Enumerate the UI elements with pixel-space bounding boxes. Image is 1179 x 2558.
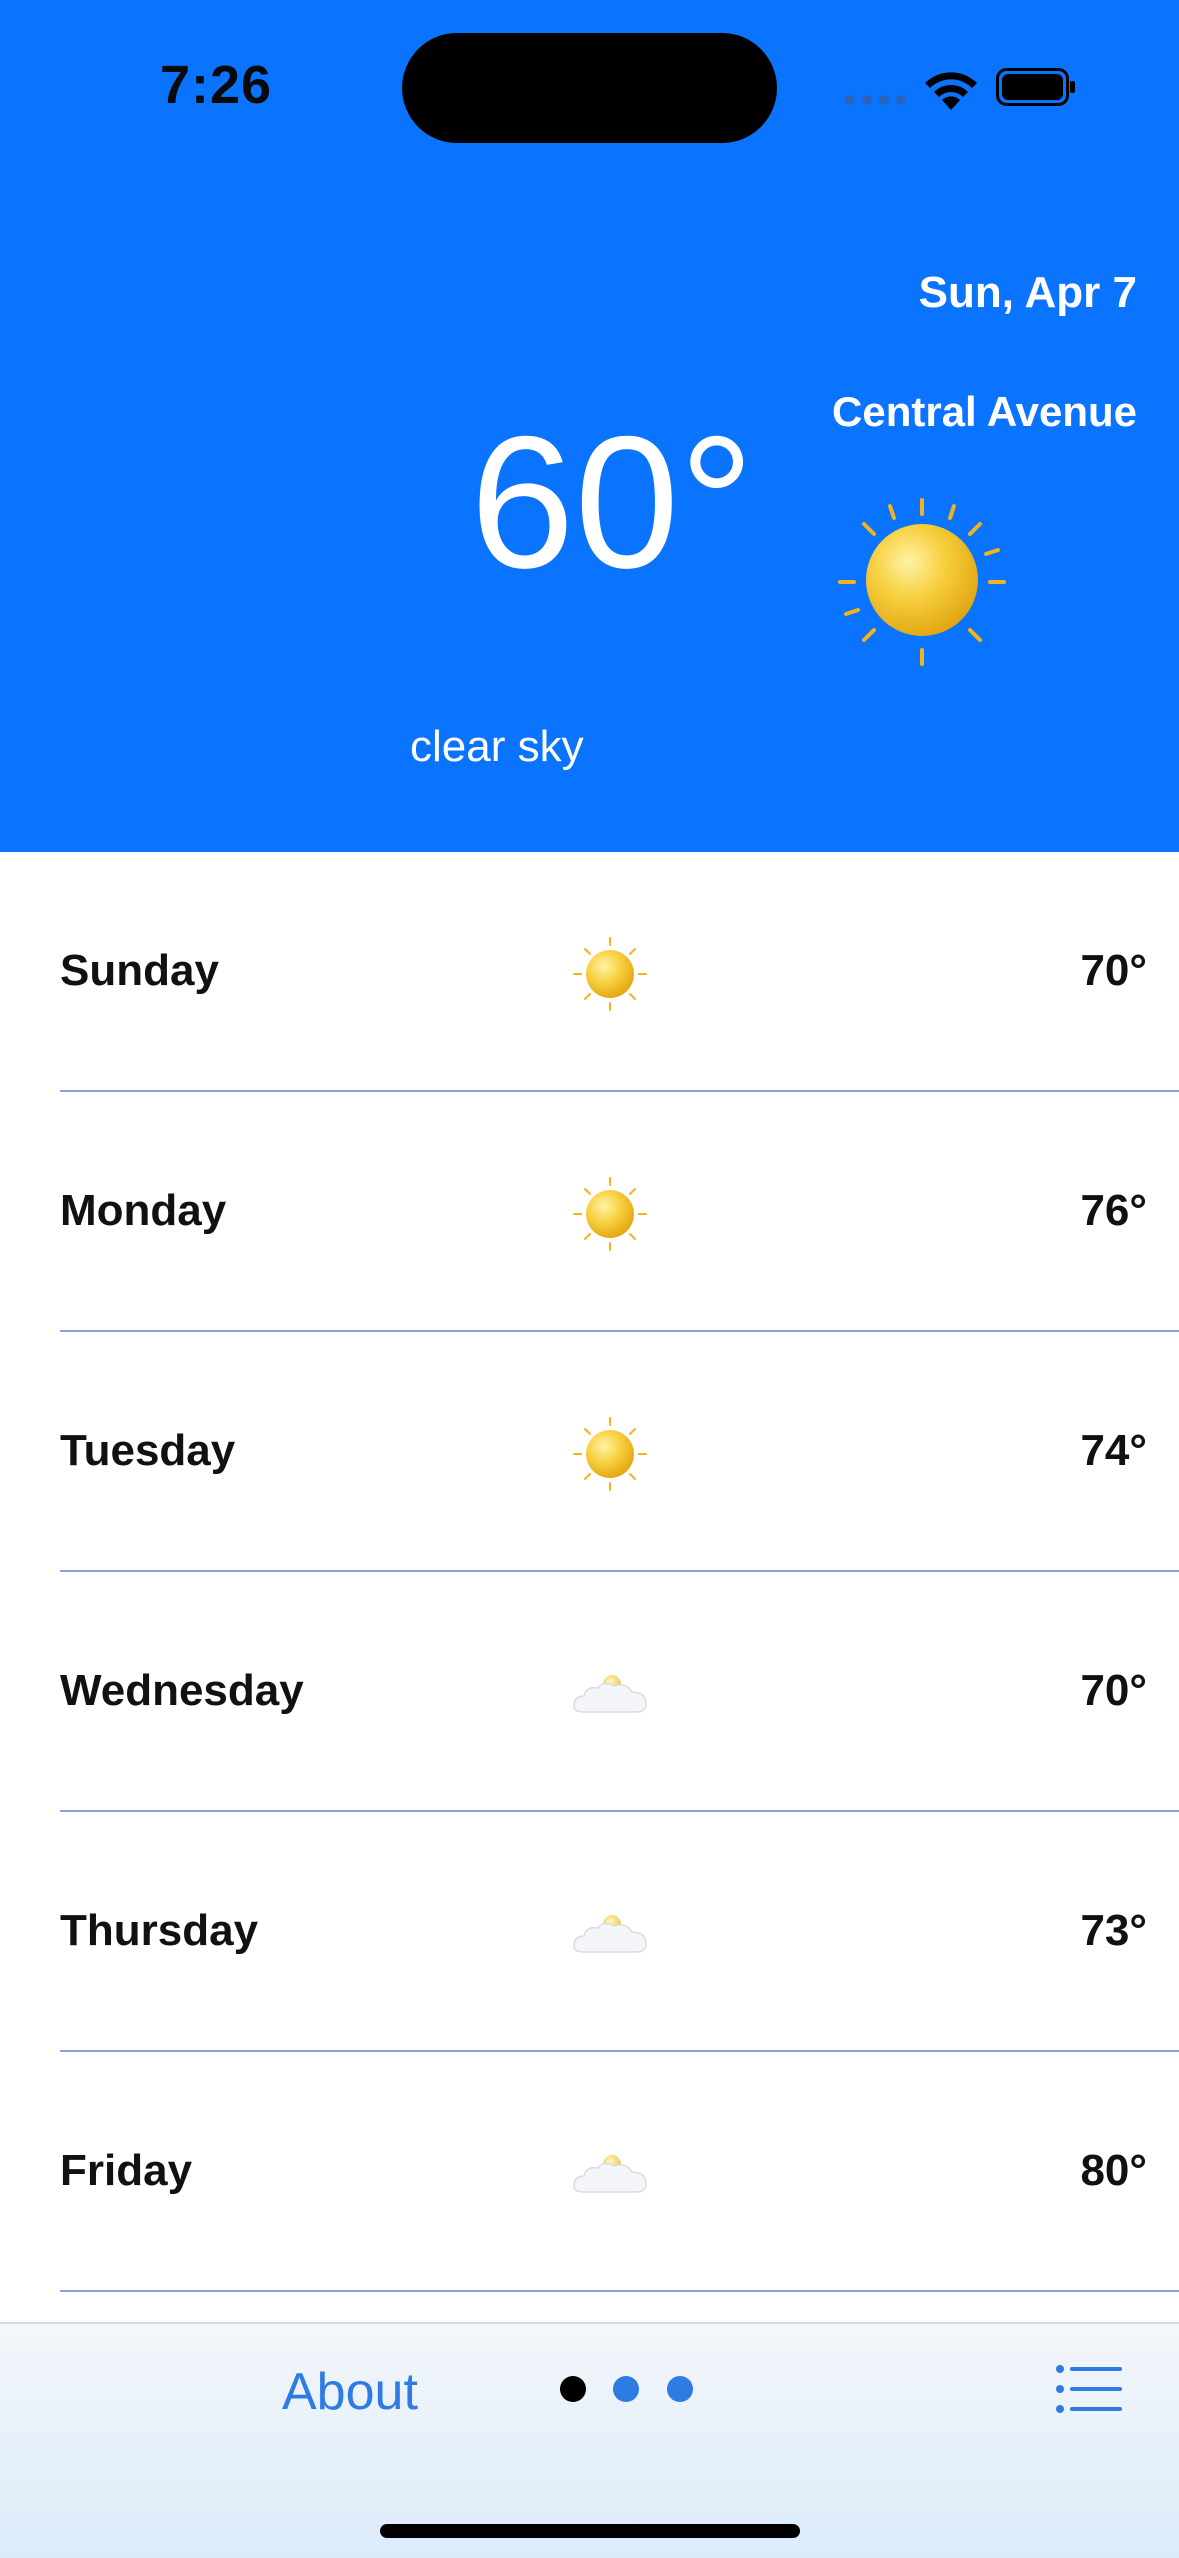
page-dot[interactable] [667, 2376, 693, 2402]
wifi-icon [925, 72, 977, 110]
sun-icon [838, 498, 1006, 666]
status-time: 7:26 [160, 55, 273, 115]
forecast-row: Thursday 73° [0, 1812, 1179, 2052]
forecast-day: Tuesday [60, 1426, 236, 1475]
forecast-day: Thursday [60, 1906, 259, 1955]
forecast-row: Monday 76° [0, 1092, 1179, 1332]
cellular-signal-icon [845, 95, 907, 107]
forecast-temp: 74° [1080, 1426, 1147, 1475]
forecast-row: Tuesday 74° [0, 1332, 1179, 1572]
weather-header: 7:26 Sun, Apr 7 Central Avenue 60° clear… [0, 0, 1179, 852]
status-bar: 7:26 [0, 0, 1179, 175]
current-date: Sun, Apr 7 [918, 268, 1137, 317]
cloud-sun-icon [573, 1675, 647, 1713]
page-dot[interactable] [613, 2376, 639, 2402]
forecast-temp: 73° [1080, 1906, 1147, 1955]
cloud-sun-icon [573, 1915, 647, 1953]
page-indicator[interactable] [560, 2376, 700, 2404]
location-name: Central Avenue [832, 388, 1137, 435]
sun-icon [573, 1177, 647, 1251]
forecast-row: Sunday 70° [0, 852, 1179, 1092]
about-button[interactable]: About [282, 2362, 418, 2422]
bottom-toolbar: About [0, 2322, 1179, 2558]
forecast-day: Sunday [60, 946, 219, 995]
forecast-temp: 76° [1080, 1186, 1147, 1235]
row-divider [60, 2290, 1179, 2292]
cloud-sun-icon [573, 2155, 647, 2193]
battery-icon [996, 68, 1075, 106]
list-icon[interactable] [1056, 2364, 1122, 2414]
forecast-temp: 80° [1080, 2146, 1147, 2195]
sun-icon [573, 1417, 647, 1491]
forecast-row: Wednesday 70° [0, 1572, 1179, 1812]
current-temperature: 60° [470, 397, 755, 607]
dynamic-island [402, 33, 777, 143]
forecast-day: Wednesday [60, 1666, 304, 1715]
page-dot[interactable] [560, 2376, 586, 2402]
weather-description: clear sky [410, 722, 584, 771]
sun-icon [573, 937, 647, 1011]
forecast-temp: 70° [1080, 1666, 1147, 1715]
forecast-day: Friday [60, 2146, 193, 2195]
forecast-row: Friday 80° [0, 2052, 1179, 2292]
forecast-temp: 70° [1080, 946, 1147, 995]
forecast-day: Monday [60, 1186, 227, 1235]
forecast-list[interactable]: Sunday 70° Monday 76° Tuesday 74° Wednes… [0, 852, 1179, 2292]
home-indicator [380, 2524, 800, 2538]
